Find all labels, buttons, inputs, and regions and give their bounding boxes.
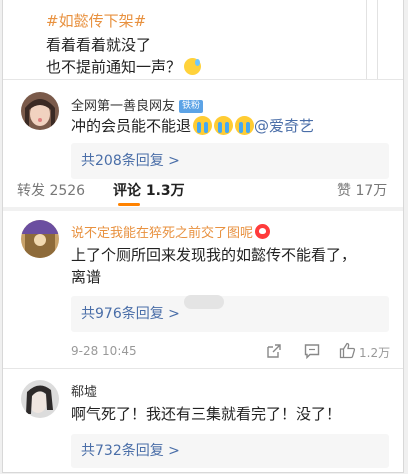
post-text-line-1: 看着看着就没了: [46, 36, 152, 54]
tab-comments[interactable]: 评论 1.3万: [113, 180, 185, 200]
comment-1-text-body: 冲的会员能不能退: [71, 117, 192, 135]
mention-link[interactable]: @爱奇艺: [254, 117, 314, 135]
post-text-line-2-text: 也不提前通知一声？: [46, 58, 182, 76]
post-hashtag[interactable]: #如懿传下架#: [46, 10, 146, 31]
comment-2-text: 上了个厕所回来发现我的如懿传不能看了， 离谱: [71, 244, 393, 288]
crying-emoji-icon: [235, 116, 255, 135]
divider: [377, 0, 378, 80]
comment-1-username[interactable]: 全网第一善良网友 铁粉: [71, 95, 204, 114]
tab-comments-label[interactable]: 评论: [113, 183, 141, 199]
weibo-screen: #如懿传下架# 看着看着就没了 也不提前通知一声？ 全网第一善良网友 铁粉 冲的会…: [2, 0, 404, 473]
comment-2-reply-link[interactable]: 共976条回复 >: [71, 296, 389, 332]
heart-eyes-emoji-icon: [255, 224, 271, 239]
comment-3-username[interactable]: 郗墟: [71, 381, 97, 400]
comment-3-text: 啊气死了！我还有三集就看完了！没了！: [71, 405, 342, 423]
tab-bar: 转发 2526 评论 1.3万 赞 17万: [3, 172, 403, 208]
avatar[interactable]: [21, 220, 59, 258]
crying-emoji-icon: [214, 116, 234, 135]
tab-repost-label[interactable]: 转发: [17, 183, 45, 199]
comment-2-text-line-1: 上了个厕所回来发现我的如懿传不能看了，: [71, 246, 357, 264]
divider: [3, 207, 403, 211]
like-icon[interactable]: [339, 342, 356, 359]
comment-2-username[interactable]: 说不定我能在猝死之前交了图呢: [71, 222, 271, 241]
comment-2-username-text[interactable]: 说不定我能在猝死之前交了图呢: [71, 226, 253, 241]
tab-repost-count[interactable]: 2526: [49, 183, 85, 199]
comment-1-text: 冲的会员能不能退 @爱奇艺: [71, 115, 314, 137]
tab-repost[interactable]: 转发 2526: [17, 180, 85, 200]
active-tab-indicator: [118, 203, 140, 206]
fan-badge: 铁粉: [179, 100, 204, 113]
comment-1-username-text[interactable]: 全网第一善良网友: [71, 99, 175, 114]
post-text-line-2: 也不提前通知一声？: [46, 56, 202, 77]
divider: [3, 79, 403, 80]
comment-3-reply-link[interactable]: 共732条回复 >: [71, 434, 389, 468]
sweat-smile-emoji-icon: [184, 58, 202, 75]
divider: [3, 368, 403, 369]
comment-2-text-line-2: 离谱: [71, 268, 102, 286]
tab-likes[interactable]: 赞 17万: [337, 180, 387, 200]
tab-likes-label[interactable]: 赞: [337, 183, 351, 199]
comment-icon[interactable]: [304, 343, 320, 360]
tab-likes-count[interactable]: 17万: [355, 183, 387, 199]
scroll-handle[interactable]: [184, 295, 224, 309]
comment-2-timestamp: 9-28 10:45: [71, 344, 137, 358]
tab-comments-count[interactable]: 1.3万: [146, 183, 185, 199]
comment-2-like-count[interactable]: 1.2万: [359, 344, 390, 361]
post-fragment: #如懿传下架# 看着看着就没了 也不提前通知一声？: [3, 0, 403, 80]
divider: [366, 0, 367, 80]
crying-emoji-icon: [193, 116, 213, 135]
avatar[interactable]: [21, 380, 59, 418]
avatar[interactable]: [21, 92, 59, 130]
share-icon[interactable]: [266, 343, 282, 359]
